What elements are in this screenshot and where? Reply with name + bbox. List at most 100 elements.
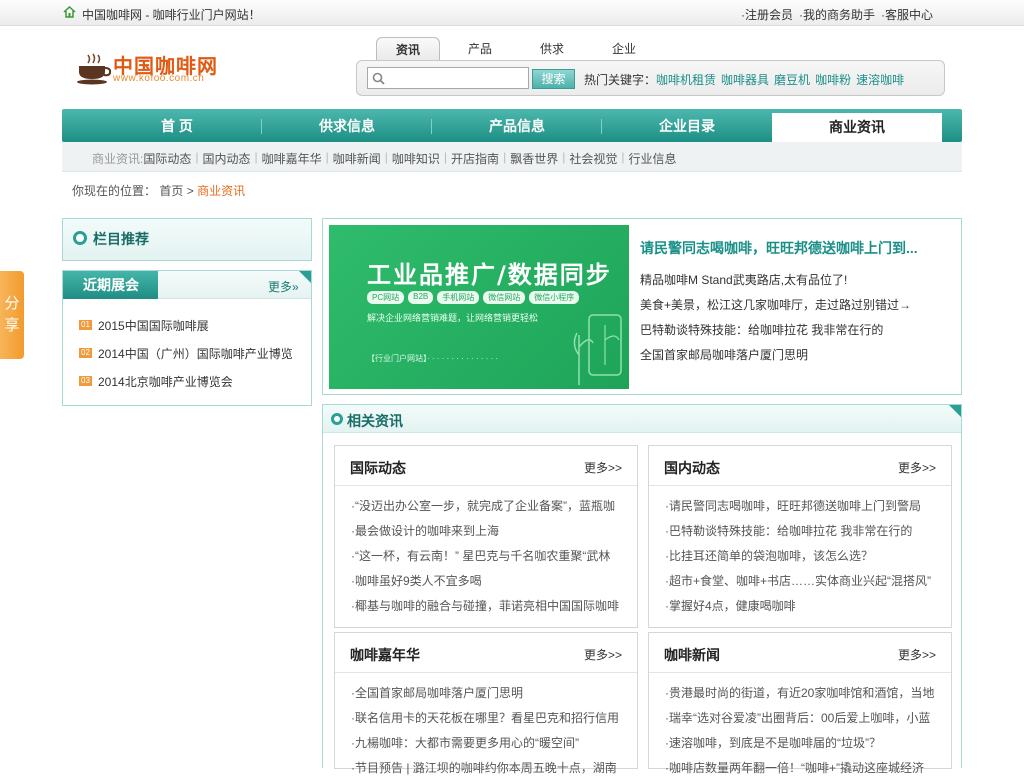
news-item[interactable]: ·请民警同志喝咖啡，旺旺邦德送咖啡上门到警局 xyxy=(665,497,949,522)
news-box-more-link[interactable]: 更多>> xyxy=(584,459,622,476)
news-item[interactable]: ·超市+食堂、咖啡+书店……实体商业兴起“混搭风” xyxy=(665,572,949,597)
nav-divider xyxy=(601,119,602,134)
news-item[interactable]: ·比挂耳还简单的袋泡咖啡，该怎么选？ xyxy=(665,547,949,572)
sub-nav: 商业资讯: 国际动态 | 国内动态 | 咖啡嘉年华 | 咖啡新闻 | 咖啡知识 | 开店指… xyxy=(62,142,962,172)
news-item[interactable]: ·贵港最时尚的街道，有近20家咖啡馆和酒馆，当地 xyxy=(665,684,949,709)
subnav-item[interactable]: 咖啡嘉年华 xyxy=(262,150,322,167)
subnav-sep: | xyxy=(621,150,625,164)
exhibition-item[interactable]: 03 2014北京咖啡产业博览会 xyxy=(79,373,293,401)
subnav-item[interactable]: 飘香世界 xyxy=(510,150,558,167)
search-tab-companies[interactable]: 企业 xyxy=(592,37,656,61)
subnav-item[interactable]: 行业信息 xyxy=(628,150,676,167)
hot-keyword[interactable]: 咖啡器具 xyxy=(721,71,769,88)
news-item[interactable]: ·最会做设计的咖啡来到上海 xyxy=(351,522,635,547)
breadcrumb-current[interactable]: 商业资讯 xyxy=(197,184,245,198)
news-item[interactable]: ·九楊咖啡：大都市需要更多用心的“暖空间” xyxy=(351,734,635,759)
nav-companies[interactable]: 企业目录 xyxy=(612,109,762,142)
news-item[interactable]: ·椰基与咖啡的融合与碰撞，菲诺亮相中国国际咖啡 xyxy=(351,597,635,622)
hot-keywords-label: 热门关键字： xyxy=(584,73,657,87)
search-tabs: 资讯 产品 供求 企业 xyxy=(376,37,664,61)
breadcrumb-home[interactable]: 首页 xyxy=(159,184,183,198)
breadcrumb-prefix: 你现在的位置： xyxy=(72,184,157,198)
promo-banner[interactable]: 工业品推广/数据同步 PC网站 B2B 手机网站 微信网站 微信小程序 解决企业… xyxy=(329,225,629,389)
featured-item[interactable]: 全国首家邮局咖啡落户厦门思明 xyxy=(640,346,911,371)
share-button[interactable]: 分 享 xyxy=(0,271,24,359)
news-item[interactable]: ·全国首家邮局咖啡落户厦门思明 xyxy=(351,684,635,709)
hot-keyword[interactable]: 咖啡机租赁 xyxy=(656,71,716,88)
subnav-sep: | xyxy=(562,150,566,164)
nav-supply[interactable]: 供求信息 xyxy=(272,109,422,142)
news-box-more-link[interactable]: 更多>> xyxy=(584,646,622,663)
exhibition-item[interactable]: 02 2014中国（广州）国际咖啡产业博览 xyxy=(79,345,293,373)
top-links: ·注册会员 ·我的商务助手 ·客服中心 xyxy=(741,6,939,23)
news-item[interactable]: ·掌握好4点，健康喝咖啡 xyxy=(665,597,949,622)
number-badge: 02 xyxy=(79,348,92,358)
plant-illustration xyxy=(573,314,622,385)
subnav-item[interactable]: 社会视觉 xyxy=(569,150,617,167)
nav-business-news[interactable]: 商业资讯 xyxy=(772,113,942,142)
subnav-sep: | xyxy=(443,150,448,164)
featured-headline[interactable]: 请民警同志喝咖啡，旺旺邦德送咖啡上门到... xyxy=(640,238,918,258)
nav-home[interactable]: 首 页 xyxy=(102,109,252,142)
register-link[interactable]: ·注册会员 xyxy=(741,6,793,23)
news-item[interactable]: ·联名信用卡的天花板在哪里？看星巴克和招行信用 xyxy=(351,709,635,734)
subnav-item[interactable]: 咖啡新闻 xyxy=(333,150,381,167)
banner-pill: B2B xyxy=(408,291,434,304)
exhibitions-more-link[interactable]: 更多» xyxy=(268,278,299,295)
subnav-item[interactable]: 开店指南 xyxy=(451,150,499,167)
corner-decoration xyxy=(299,271,311,283)
featured-item[interactable]: 巴特勒谈特殊技能：给咖啡拉花 我非常在行的 xyxy=(640,321,911,346)
business-assistant-link[interactable]: ·我的商务助手 xyxy=(799,6,875,23)
bullet-icon xyxy=(331,413,343,425)
news-item[interactable]: ·瑞幸“选对谷爱凌”出圈背后：00后爱上咖啡，小蓝 xyxy=(665,709,949,734)
related-news-title: 相关资讯 xyxy=(347,413,403,429)
news-box-domestic: 国内动态 更多>> ·请民警同志喝咖啡，旺旺邦德送咖啡上门到警局 ·巴特勒谈特殊技… xyxy=(648,445,952,628)
news-item[interactable]: ·咖啡店数量两年翻一倍！“咖啡+”撬动这座城经济 xyxy=(665,759,949,784)
news-box-title: 咖啡嘉年华 xyxy=(350,647,420,663)
subnav-item[interactable]: 国内动态 xyxy=(202,150,250,167)
site-logo[interactable]: 中国咖啡网 www.kofoo.com.cn xyxy=(76,50,226,90)
exhibition-title[interactable]: 2014中国（广州）国际咖啡产业博览 xyxy=(98,345,293,373)
news-item[interactable]: ·“没迈出办公室一步，就完成了企业备案”，蓝瓶咖 xyxy=(351,497,635,522)
search-button[interactable]: 搜索 xyxy=(532,69,575,89)
nav-products[interactable]: 产品信息 xyxy=(442,109,592,142)
subnav-item[interactable]: 国际动态 xyxy=(143,150,191,167)
breadcrumb: 你现在的位置： 首页 > 商业资讯 xyxy=(72,182,245,199)
recent-exhibitions-title: 近期展会 xyxy=(63,271,158,299)
news-box-title: 咖啡新闻 xyxy=(664,647,720,663)
coffee-cup-icon xyxy=(77,53,112,85)
banner-pill: PC网站 xyxy=(367,291,405,304)
news-item[interactable]: ·节目预告 | 潞江坝的咖啡约你本周五晚十点，湖南 xyxy=(351,759,635,784)
home-icon[interactable] xyxy=(63,6,76,18)
number-badge: 03 xyxy=(79,376,92,386)
hot-keyword[interactable]: 咖啡粉 xyxy=(815,71,851,88)
news-box-more-link[interactable]: 更多>> xyxy=(898,646,936,663)
news-item[interactable]: ·“这一杯，有云南！” 星巴克与千名咖农重聚“武林 xyxy=(351,547,635,572)
exhibition-item[interactable]: 01 2015中国国际咖啡展 xyxy=(79,317,293,345)
featured-item[interactable]: 精品咖啡M Stand武夷路店,太有品位了! xyxy=(640,271,911,296)
exhibition-title[interactable]: 2014北京咖啡产业博览会 xyxy=(98,373,233,401)
subnav-item[interactable]: 咖啡知识 xyxy=(392,150,440,167)
share-label: 享 xyxy=(4,317,20,334)
hot-keyword[interactable]: 磨豆机 xyxy=(774,71,810,88)
news-box-carnival: 咖啡嘉年华 更多>> ·全国首家邮局咖啡落户厦门思明 ·联名信用卡的天花板在哪里？… xyxy=(334,632,638,775)
nav-divider xyxy=(261,119,262,134)
search-input[interactable] xyxy=(367,67,529,89)
news-item[interactable]: ·速溶咖啡，到底是不是咖啡届的“垃圾”？ xyxy=(665,734,949,759)
search-tab-products[interactable]: 产品 xyxy=(448,37,512,61)
news-item[interactable]: ·咖啡虽好9类人不宜多喝 xyxy=(351,572,635,597)
hot-keyword[interactable]: 速溶咖啡 xyxy=(856,71,904,88)
featured-item[interactable]: 美食+美景，松江这几家咖啡厅，走过路过别错过→ xyxy=(640,296,911,321)
search-tab-news[interactable]: 资讯 xyxy=(376,37,440,61)
news-box-title: 国内动态 xyxy=(664,460,720,476)
search-tab-supply[interactable]: 供求 xyxy=(520,37,584,61)
customer-service-link[interactable]: ·客服中心 xyxy=(881,6,933,23)
banner-subtitle: 解决企业网络营销难题，让网络营销更轻松 xyxy=(367,313,539,323)
share-label: 分 xyxy=(4,295,20,312)
hot-keywords: 热门关键字： 咖啡机租赁 咖啡器具 磨豆机 咖啡粉 速溶咖啡 xyxy=(584,71,909,88)
corner-decoration xyxy=(949,405,961,417)
exhibition-title[interactable]: 2015中国国际咖啡展 xyxy=(98,317,209,345)
news-box-more-link[interactable]: 更多>> xyxy=(898,459,936,476)
nav-divider xyxy=(431,119,432,134)
news-item[interactable]: ·巴特勒谈特殊技能：给咖啡拉花 我非常在行的 xyxy=(665,522,949,547)
